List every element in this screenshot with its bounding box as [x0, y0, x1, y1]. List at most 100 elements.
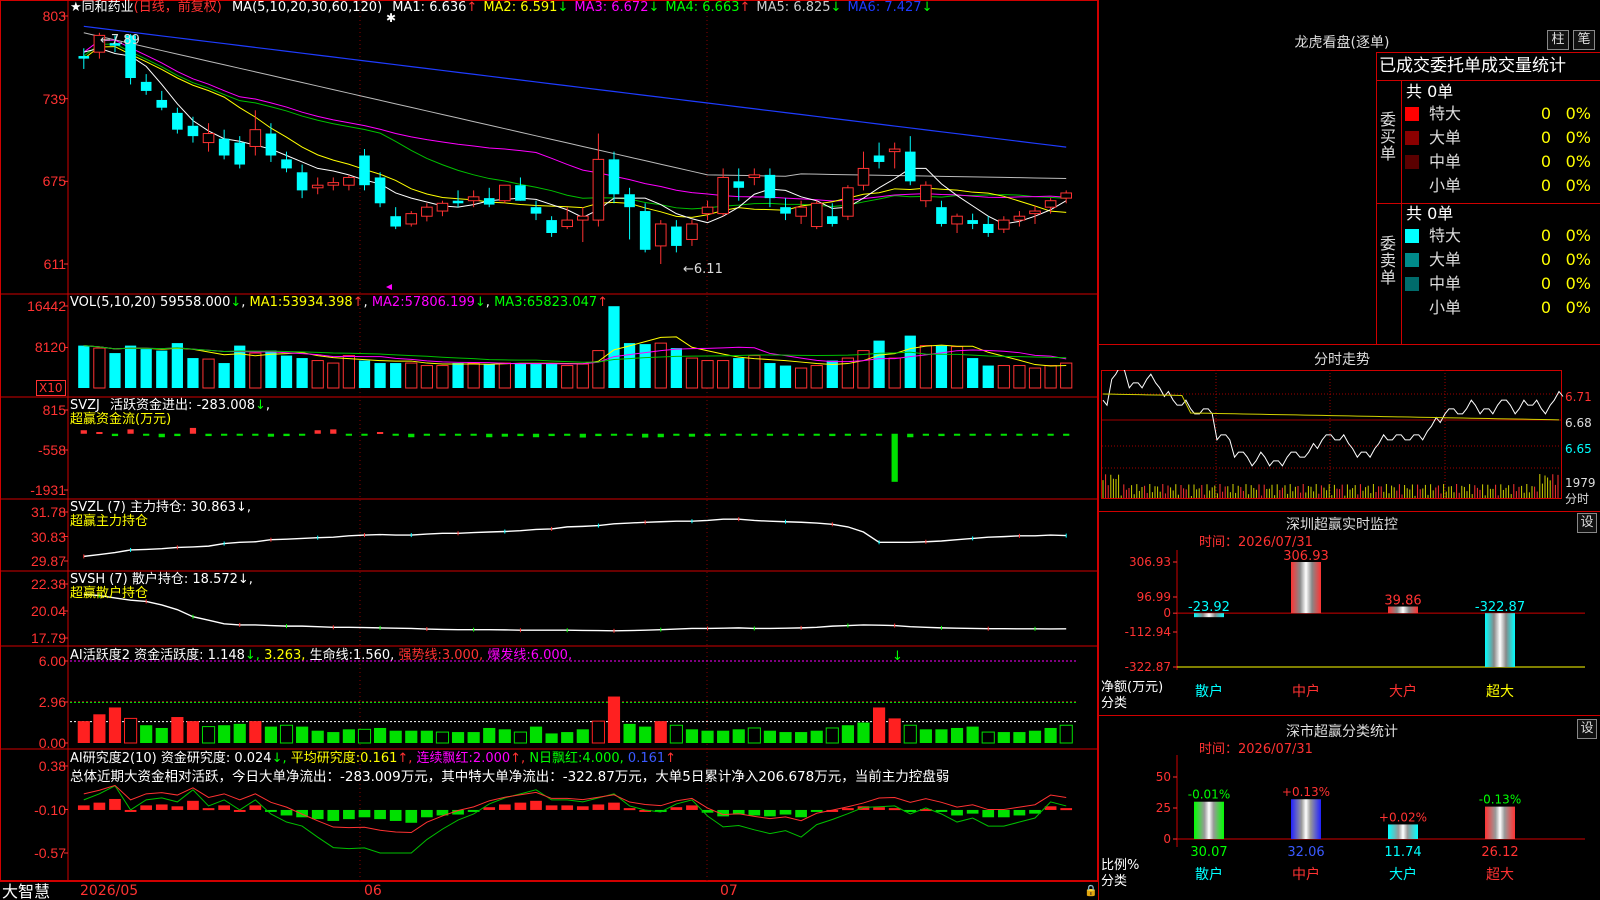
activity-bar: [451, 732, 465, 743]
order-size-label: 中单: [1429, 152, 1462, 171]
monitor-bar-label: 39.86: [1384, 594, 1421, 609]
intraday-title[interactable]: 分时走势: [1099, 349, 1585, 369]
vol-bar-down: [374, 363, 386, 388]
research-bar: [623, 808, 636, 811]
vol-ma3-arrow: ↑: [597, 295, 609, 310]
svsh-arrow: ↓,: [237, 572, 253, 587]
y-tick-label: 675: [42, 173, 66, 190]
ma2-value: MA2: 6.591↓: [483, 0, 568, 15]
activity-bar: [389, 730, 402, 743]
order-percent: 0%: [1565, 298, 1591, 317]
vol-unit-badge[interactable]: X10: [36, 380, 66, 396]
candle-down: [546, 220, 557, 233]
vol-bar-up: [794, 367, 808, 389]
vol-bar-down: [982, 365, 994, 388]
vol-bar-up: [311, 360, 324, 389]
stock-name[interactable]: 同和药业: [82, 0, 134, 15]
tab-done[interactable]: 已成交: [1379, 56, 1430, 76]
monitor-time: 时间：2026/07/31: [1199, 535, 1313, 550]
research-bar: [498, 804, 511, 810]
order-stats-tabs[interactable]: 已成交委托单成交量统计: [1379, 56, 1566, 76]
svzj-value: -283.008: [196, 398, 256, 413]
y-tick-label: 17.79: [30, 630, 66, 646]
y-tick-label: 30.83: [30, 528, 66, 545]
axis-month-06: 06: [364, 883, 382, 899]
candle-up: [311, 184, 324, 189]
flow-bar: [189, 427, 197, 434]
candle-up: [421, 206, 433, 217]
flow-bar: [252, 433, 259, 436]
candle-down: [780, 207, 791, 214]
flow-bar: [96, 431, 103, 434]
vol-bar-down: [873, 340, 885, 388]
flow-bar: [1063, 433, 1070, 436]
order-percent: 0%: [1565, 128, 1591, 147]
y-tick-label: 803: [42, 8, 66, 24]
order-percent: 0%: [1565, 104, 1591, 123]
y-tick-label: 22.38: [30, 576, 66, 592]
flow-bar: [174, 433, 181, 437]
research-bar: [483, 807, 496, 810]
intraday-chart[interactable]: [1099, 370, 1600, 510]
activity-bar: [155, 727, 168, 743]
activity-bar: [825, 727, 839, 744]
ma3-line: [83, 39, 1067, 202]
flow-bar: [532, 433, 540, 438]
activity-bar: [732, 729, 745, 743]
svzj-header: SVZJ 活跃资金进出: -283.008↓,: [70, 398, 271, 413]
tick-mode-button[interactable]: 笔: [1573, 30, 1595, 50]
flow-bar: [642, 433, 649, 438]
activity-bar: [717, 730, 730, 743]
activity-bar: [467, 732, 480, 743]
ai2-nday: 4.000,: [582, 751, 624, 766]
activity-bar: [607, 696, 621, 743]
ma-number: 6.591: [520, 0, 558, 15]
order-size-label: 特大: [1429, 226, 1462, 245]
vol-bar-up: [1044, 365, 1057, 389]
lock-icon[interactable]: 🔒: [1084, 883, 1098, 898]
flow-bar: [844, 433, 852, 436]
ma-params: MA(5,10,20,30,60,120): [231, 0, 383, 15]
y-tick-label: 815: [42, 402, 66, 418]
vol-bar-down: [670, 348, 682, 388]
vol-ma2-arrow: ↓: [474, 295, 486, 310]
ai1-arrow: ↓,: [244, 648, 260, 663]
candle-up: [951, 215, 963, 225]
bar-mode-button[interactable]: 柱: [1547, 30, 1569, 50]
vol-bar-up: [498, 362, 511, 389]
vol-bar-up: [467, 362, 480, 389]
activity-bar: [435, 731, 450, 744]
period-label[interactable]: (日线，前复权): [134, 0, 222, 15]
ma6-value: MA6: 7.427↓: [847, 0, 932, 15]
candle-up: [405, 213, 418, 225]
order-percent: 0%: [1565, 250, 1591, 269]
research-bar: [343, 809, 355, 820]
ma5-line: [83, 32, 1067, 179]
activity-bar: [357, 728, 372, 744]
activity-bar: [903, 724, 917, 744]
activity-bar: [841, 725, 854, 743]
order-row: 特大 0 0%: [1405, 103, 1600, 125]
candle-up: [1029, 210, 1041, 215]
activity-bar: [249, 721, 262, 743]
ai2-arrow: ↓,: [271, 751, 287, 766]
research-bar: [421, 809, 433, 818]
classification-settings-button[interactable]: 设: [1577, 719, 1597, 739]
vol-bar-down: [639, 344, 651, 388]
vol-bar-up: [249, 352, 262, 389]
ma-arrow: ↓: [648, 0, 660, 15]
classification-chart[interactable]: 7550250-0.01%30.07散户+0.13%32.06中户+0.02%1…: [1099, 755, 1600, 900]
candle-down: [826, 216, 838, 224]
candle-down: [936, 207, 947, 224]
flow-bar: [236, 433, 243, 436]
research-bar: [842, 808, 854, 811]
vol-bar-down: [483, 364, 495, 388]
monitor-settings-button[interactable]: 设: [1577, 513, 1597, 533]
activity-bar: [950, 727, 964, 743]
research-bar: [171, 806, 184, 810]
vol-bar-down: [358, 360, 371, 388]
tab-order-stats[interactable]: 委托单成交量统计: [1430, 56, 1566, 76]
monitor-chart[interactable]: 306.93 96.99 0 -112.94 -322.87 -23.92 散户 306.93…: [1099, 550, 1600, 715]
app-logo[interactable]: 大智慧: [2, 883, 50, 900]
classification-title: 深市超赢分类统计: [1286, 724, 1398, 740]
